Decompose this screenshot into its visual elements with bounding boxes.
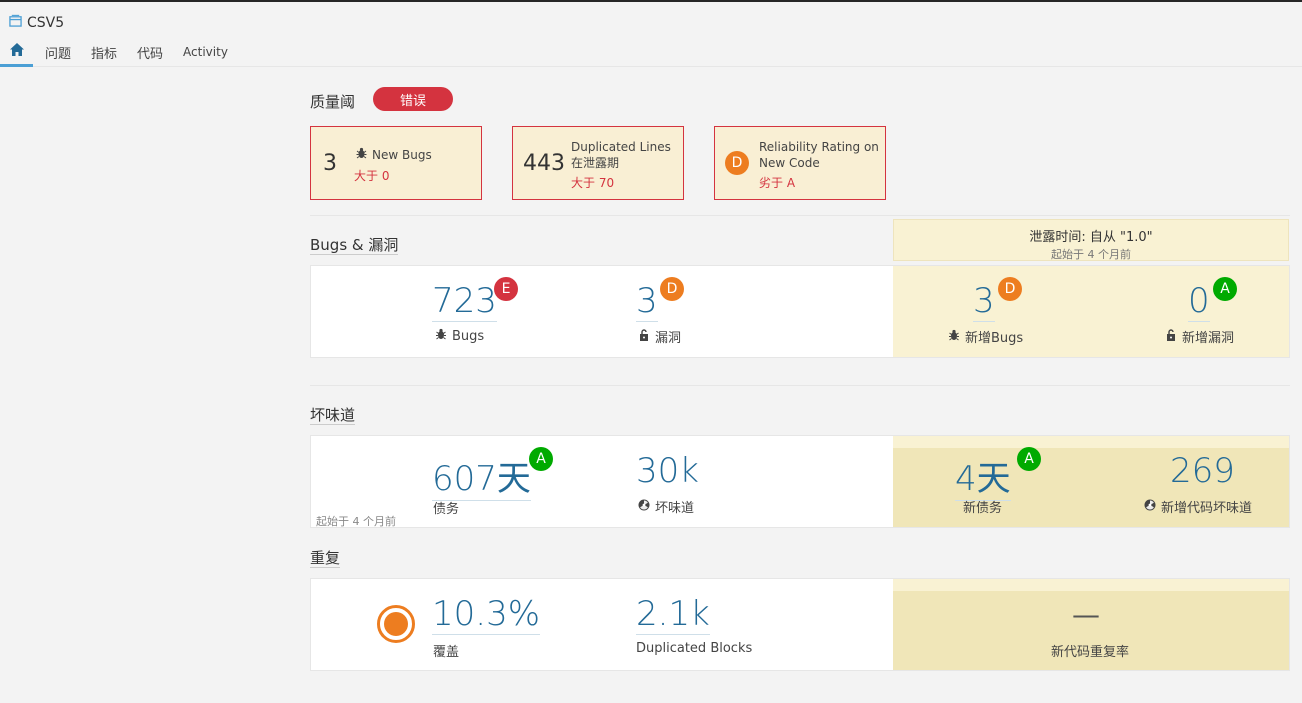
duplicated-blocks-value[interactable]: 2.1k — [636, 594, 710, 635]
debt-since: 起始于 4 个月前 — [316, 515, 396, 528]
bugs-label: Bugs — [435, 328, 484, 344]
debt-label: 债务 — [433, 502, 460, 517]
project-nav: 问题 指标 代码 Activity — [0, 40, 234, 67]
condition-error: 大于 0 — [354, 169, 390, 183]
tab-measures[interactable]: 指标 — [85, 40, 123, 67]
tab-code[interactable]: 代码 — [131, 40, 169, 67]
coverage-value[interactable]: 10.3% — [432, 594, 541, 635]
smells-leak-top — [893, 436, 1289, 448]
new-bugs-label-text: 新增Bugs — [965, 331, 1024, 346]
condition-value: 3 — [323, 151, 337, 176]
leak-period-box: 泄露时间: 自从 "1.0" 起始于 4 个月前 — [893, 219, 1289, 261]
project-header: CSV5 问题 指标 代码 Activity — [0, 2, 1302, 67]
new-debt-rating[interactable]: A — [1017, 447, 1041, 471]
new-vulnerabilities-rating[interactable]: A — [1213, 277, 1237, 301]
rating-badge: D — [725, 151, 749, 175]
code-smells-value[interactable]: 30k — [636, 451, 699, 491]
leak-period-title: 泄露时间: 自从 "1.0" — [1029, 230, 1153, 245]
project-icon — [9, 14, 22, 31]
condition-error: 劣于 A — [759, 176, 796, 190]
smell-icon — [1144, 499, 1156, 515]
coverage-donut-icon — [376, 604, 416, 644]
condition-error: 大于 70 — [571, 176, 615, 190]
new-bugs-label: 新增Bugs — [948, 327, 1023, 346]
home-icon — [9, 43, 24, 60]
bugs-rating[interactable]: E — [494, 277, 518, 301]
duplications-leak-top — [893, 579, 1289, 591]
new-code-smells-label-text: 新增代码坏味道 — [1161, 501, 1253, 516]
vulnerabilities-value[interactable]: 3 — [636, 281, 658, 322]
duplications-section-title[interactable]: 重复 — [310, 549, 341, 568]
vulnerabilities-rating[interactable]: D — [660, 277, 684, 301]
coverage-label: 覆盖 — [433, 645, 460, 660]
new-debt-value[interactable]: 4天 — [955, 451, 1011, 501]
new-code-smells-value[interactable]: 269 — [1170, 451, 1235, 491]
leak-period-since: 起始于 4 个月前 — [1051, 248, 1131, 261]
divider — [310, 215, 1290, 216]
condition-new-bugs[interactable]: 3 New Bugs 大于 0 — [310, 126, 482, 200]
bug-icon — [356, 147, 367, 163]
new-bugs-value[interactable]: 3 — [973, 281, 995, 322]
smell-icon — [638, 499, 650, 515]
bugs-section-title[interactable]: Bugs & 漏洞 — [310, 236, 399, 255]
new-debt-label: 新债务 — [963, 501, 1003, 516]
duplicated-blocks-label: Duplicated Blocks — [636, 641, 753, 656]
quality-gate-status-badge: 错误 — [373, 87, 453, 111]
bug-icon — [435, 328, 447, 344]
condition-reliability-rating[interactable]: D Reliability Rating on New Code 劣于 A — [714, 126, 886, 200]
condition-label-2: New Code — [759, 156, 820, 170]
new-duplication-label: 新代码重复率 — [1051, 645, 1130, 660]
lock-icon — [638, 328, 650, 345]
tab-issues[interactable]: 问题 — [39, 40, 77, 67]
condition-label: Duplicated Lines — [571, 140, 671, 154]
code-smells-label-text: 坏味道 — [655, 501, 695, 516]
code-smells-label: 坏味道 — [638, 497, 694, 516]
new-vulnerabilities-value[interactable]: 0 — [1188, 281, 1210, 322]
quality-gate-title: 质量阈 — [310, 93, 356, 111]
condition-label: Reliability Rating on — [759, 140, 879, 154]
new-duplication-value: — — [1072, 598, 1100, 631]
smells-section-title[interactable]: 坏味道 — [310, 406, 356, 425]
new-vulnerabilities-label: 新增漏洞 — [1165, 327, 1234, 346]
bugs-value[interactable]: 723 — [432, 281, 497, 322]
debt-rating[interactable]: A — [529, 447, 553, 471]
tab-home[interactable] — [0, 40, 33, 67]
tab-activity[interactable]: Activity — [177, 40, 234, 67]
condition-label: New Bugs — [372, 148, 432, 162]
debt-value[interactable]: 607天 — [432, 451, 531, 501]
new-vulnerabilities-label-text: 新增漏洞 — [1182, 331, 1235, 346]
project-name: CSV5 — [27, 14, 65, 31]
vulnerabilities-label: 漏洞 — [638, 327, 681, 346]
lock-icon — [1165, 328, 1177, 345]
new-bugs-rating[interactable]: D — [998, 277, 1022, 301]
divider — [310, 385, 1290, 386]
new-code-smells-label: 新增代码坏味道 — [1144, 497, 1252, 516]
condition-duplicated-lines[interactable]: 443 Duplicated Lines 在泄露期 大于 70 — [512, 126, 684, 200]
project-title[interactable]: CSV5 — [9, 14, 64, 31]
condition-value: 443 — [523, 151, 565, 176]
bug-icon — [948, 329, 960, 345]
bugs-label-text: Bugs — [452, 328, 485, 344]
vulnerabilities-label-text: 漏洞 — [655, 331, 682, 346]
condition-label-2: 在泄露期 — [571, 156, 620, 170]
